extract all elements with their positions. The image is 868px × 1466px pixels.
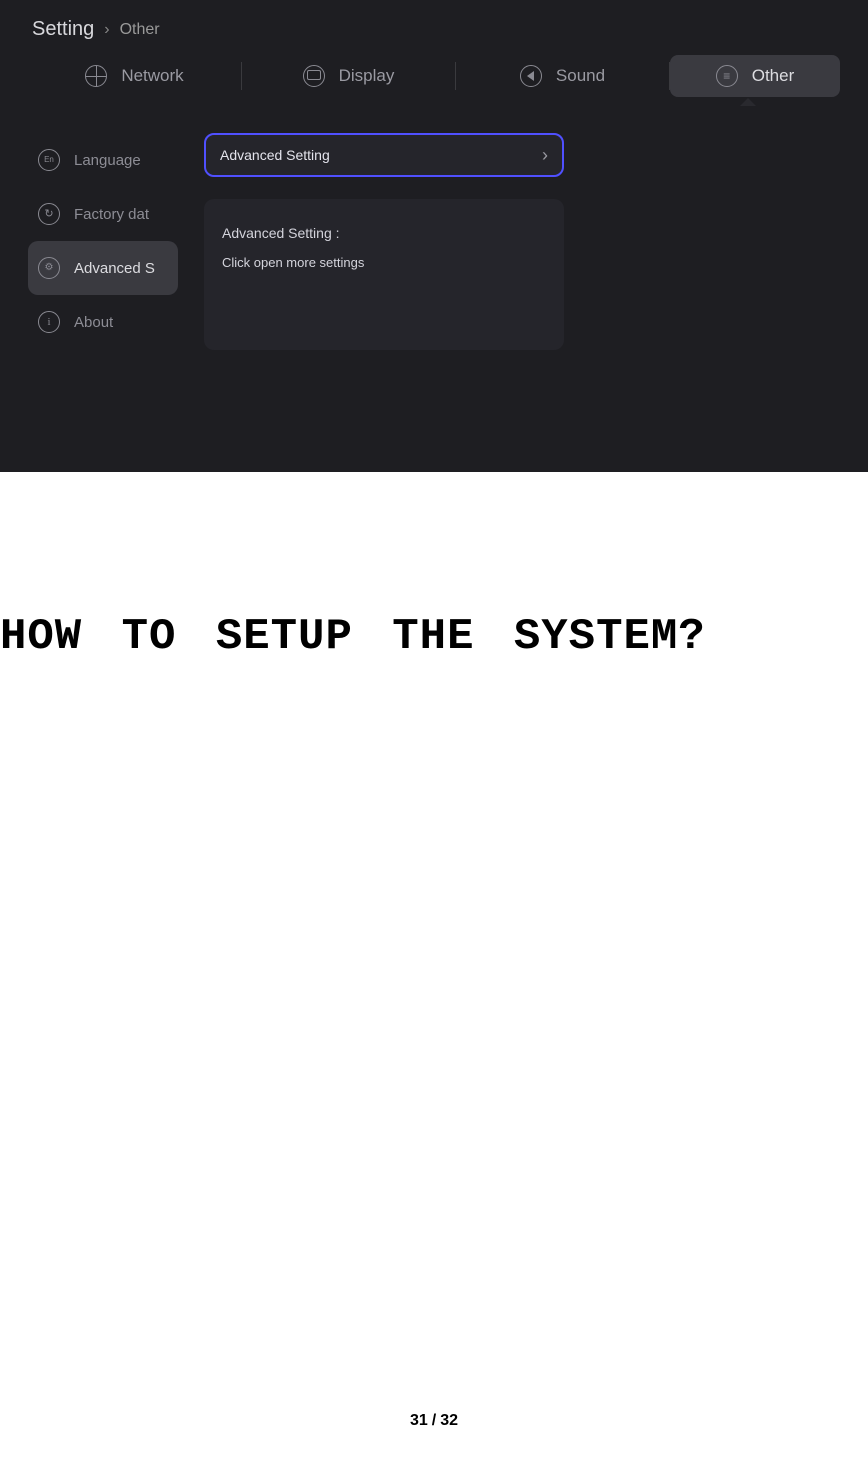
tab-network[interactable]: Network xyxy=(28,55,241,97)
advanced-setting-description: Advanced Setting : Click open more setti… xyxy=(204,199,564,350)
tab-other[interactable]: Other xyxy=(670,55,840,97)
advanced-setting-row[interactable]: Advanced Setting › xyxy=(204,133,564,177)
sidebar-item-advanced[interactable]: Advanced S xyxy=(28,241,178,295)
settings-main-panel: Advanced Setting › Advanced Setting : Cl… xyxy=(204,109,564,350)
page-number: 31/32 xyxy=(0,1412,868,1430)
tab-label: Network xyxy=(121,66,183,86)
page-current: 31 xyxy=(410,1412,428,1429)
info-icon xyxy=(38,311,60,333)
globe-icon xyxy=(85,65,107,87)
chevron-right-icon: › xyxy=(542,145,548,166)
description-title: Advanced Setting : xyxy=(222,225,546,241)
sidebar-item-label: Factory dat xyxy=(74,206,149,223)
tab-display[interactable]: Display xyxy=(242,55,455,97)
tab-label: Sound xyxy=(556,66,605,86)
menu-icon xyxy=(716,65,738,87)
tab-label: Display xyxy=(339,66,395,86)
tab-label: Other xyxy=(752,66,795,86)
sidebar-item-language[interactable]: Language xyxy=(28,133,178,187)
row-label: Advanced Setting xyxy=(220,147,330,163)
advanced-icon xyxy=(38,257,60,279)
reset-icon xyxy=(38,203,60,225)
breadcrumb-root[interactable]: Setting xyxy=(32,18,94,41)
display-icon xyxy=(303,65,325,87)
page-total: 32 xyxy=(440,1412,458,1429)
breadcrumb-current: Other xyxy=(120,21,160,39)
breadcrumb-separator-icon: › xyxy=(104,21,109,39)
sidebar-item-label: About xyxy=(74,314,113,331)
page-separator: / xyxy=(432,1412,436,1429)
sidebar-item-label: Advanced S xyxy=(74,260,155,277)
top-tabbar: Network Display Sound Other xyxy=(0,51,868,109)
sidebar-item-about[interactable]: About xyxy=(28,295,178,349)
settings-screenshot: Setting › Other Network Display Sound Ot… xyxy=(0,0,868,472)
breadcrumb: Setting › Other xyxy=(0,0,868,51)
content-area: Language Factory dat Advanced S About Ad… xyxy=(0,109,868,350)
settings-sidebar: Language Factory dat Advanced S About xyxy=(28,109,178,350)
tab-sound[interactable]: Sound xyxy=(456,55,669,97)
description-body: Click open more settings xyxy=(222,255,546,270)
page-heading: HOW TO SETUP THE SYSTEM? xyxy=(0,472,868,662)
sidebar-item-factory-reset[interactable]: Factory dat xyxy=(28,187,178,241)
active-tab-indicator-icon xyxy=(740,98,756,106)
language-icon xyxy=(38,149,60,171)
speaker-icon xyxy=(520,65,542,87)
sidebar-item-label: Language xyxy=(74,152,141,169)
